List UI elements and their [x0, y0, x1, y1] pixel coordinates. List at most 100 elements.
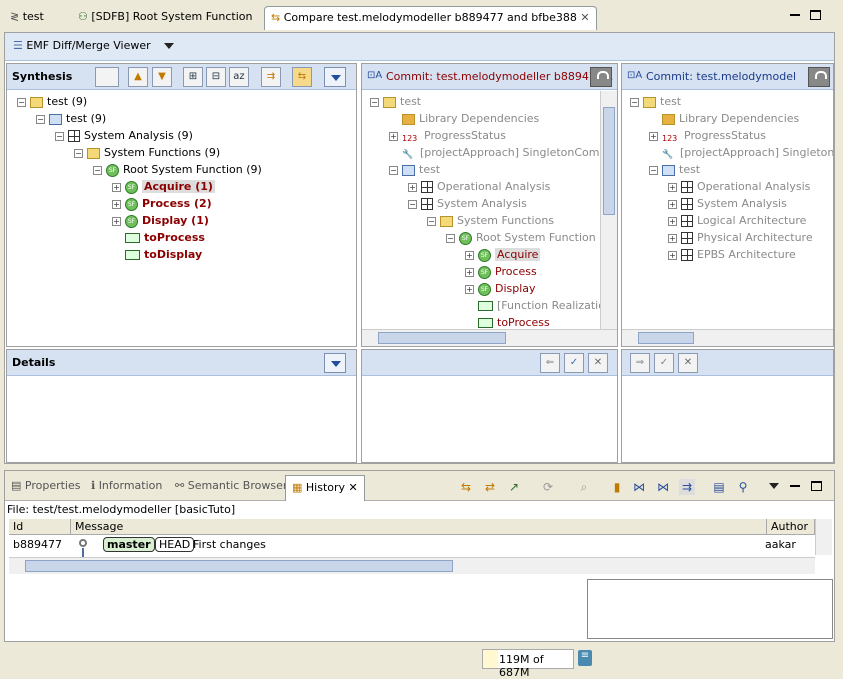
previous-difference-icon[interactable]: ▲	[128, 67, 148, 87]
expand-icon[interactable]: +	[408, 182, 417, 192]
trash-icon[interactable]: ≡	[578, 650, 592, 666]
merge-left-icon[interactable]: ⇐	[540, 353, 560, 373]
search-icon[interactable]: ⌕	[576, 479, 592, 495]
tree-item[interactable]: + SF Acquire (1)	[112, 178, 215, 195]
tree-item[interactable]: − System Analysis (9)	[55, 127, 193, 144]
tree-item[interactable]: toProcess	[112, 229, 205, 246]
tree-item[interactable]: 🔧 [projectApproach] SingletonCo	[649, 144, 833, 161]
tab-properties[interactable]: ▤ Properties	[11, 479, 80, 492]
tree-item[interactable]: + Operational Analysis	[668, 178, 810, 195]
tree-item[interactable]: + SF Process	[465, 263, 537, 280]
commit-details-text[interactable]	[587, 579, 833, 639]
expand-icon[interactable]: +	[668, 233, 677, 243]
expand-icon[interactable]: +	[112, 182, 121, 192]
minimize-button[interactable]	[790, 14, 800, 16]
collapse-icon[interactable]: −	[93, 165, 102, 175]
commit-table-row[interactable]: b889477 master HEAD First changes aakar	[9, 536, 815, 558]
close-tab-icon[interactable]: ✕	[349, 481, 358, 494]
tree-item[interactable]: + SF Display	[465, 280, 536, 297]
history-vertical-scrollbar[interactable]	[815, 519, 832, 555]
tree-item[interactable]: − test	[389, 161, 440, 178]
tree-item[interactable]: [Function Realization	[465, 297, 600, 314]
collapse-icon[interactable]: −	[17, 97, 26, 107]
accept-icon[interactable]: ✓	[564, 353, 584, 373]
expand-icon[interactable]: +	[112, 216, 121, 226]
tab-compare[interactable]: ⇆ Compare test.melodymodeller b889477 an…	[264, 6, 597, 30]
collapse-icon[interactable]: −	[446, 233, 455, 243]
tree-item[interactable]: − SF Root System Function (9)	[93, 161, 262, 178]
merge-right-icon[interactable]: ⇒	[630, 353, 650, 373]
tree-item[interactable]: +123 ProgressStatus	[389, 127, 506, 144]
tree-item[interactable]: toDisplay	[112, 246, 202, 263]
filter-file-icon[interactable]: ⇉	[679, 479, 695, 495]
copy-all-icon[interactable]: ⇉	[261, 67, 281, 87]
tree-item[interactable]: + Physical Architecture	[668, 229, 813, 246]
tree-item[interactable]: 🔧 [projectApproach] SingletonComponent	[389, 144, 600, 161]
tree-item[interactable]: − test	[370, 93, 421, 110]
column-header-id[interactable]: Id	[9, 519, 71, 535]
reject-icon[interactable]: ✕	[588, 353, 608, 373]
tree-item[interactable]: Library Dependencies	[389, 110, 539, 127]
collapse-icon[interactable]: −	[630, 97, 639, 107]
link-selection-icon[interactable]: ⇄	[482, 479, 498, 495]
synthesis-menu-button[interactable]	[324, 67, 346, 87]
tree-item[interactable]: + Operational Analysis	[408, 178, 550, 195]
sort-icon[interactable]: az	[229, 67, 249, 87]
expand-icon[interactable]: +	[389, 131, 398, 141]
tab-semantic-browser[interactable]: ⚯ Semantic Browser	[175, 479, 287, 492]
collapse-icon[interactable]: −	[408, 199, 417, 209]
tree-item[interactable]: − test	[630, 93, 681, 110]
show-all-icon[interactable]: ▤	[711, 479, 727, 495]
tab-sdfb-root-system-function[interactable]: ⚇ [SDFB] Root System Function	[72, 6, 259, 30]
tree-item[interactable]: toProcess	[465, 314, 550, 328]
expand-icon[interactable]: +	[649, 131, 658, 141]
tab-information[interactable]: ℹ Information	[91, 479, 162, 492]
expand-icon[interactable]: +	[112, 199, 121, 209]
expand-all-icon[interactable]: ⊞	[183, 67, 203, 87]
history-horizontal-scrollbar[interactable]	[9, 557, 815, 574]
column-header-author[interactable]: Author	[767, 519, 815, 535]
tree-item[interactable]: +123 ProgressStatus	[649, 127, 766, 144]
tree-item[interactable]: − System Functions (9)	[74, 144, 220, 161]
repository-icon[interactable]: ▮	[609, 479, 625, 495]
filter-folder-icon[interactable]: ⋈	[655, 479, 671, 495]
collapse-icon[interactable]: −	[649, 165, 658, 175]
viewer-menu-chevron-down-icon[interactable]	[164, 43, 175, 49]
tree-item[interactable]: + EPBS Architecture	[668, 246, 796, 263]
collapse-icon[interactable]: −	[74, 148, 83, 158]
close-tab-icon[interactable]: ✕	[580, 11, 589, 24]
expand-icon[interactable]: +	[465, 250, 474, 260]
tree-item[interactable]: + SF Acquire	[465, 246, 541, 263]
lock-icon[interactable]	[590, 67, 612, 87]
left-vertical-scrollbar[interactable]	[600, 91, 617, 329]
maximize-button[interactable]	[810, 10, 821, 20]
collapse-all-icon[interactable]: ⊟	[206, 67, 226, 87]
tab-history[interactable]: ▦ History ✕	[285, 475, 365, 501]
expand-icon[interactable]: +	[668, 216, 677, 226]
tree-item[interactable]: + SF Process (2)	[112, 195, 212, 212]
expand-icon[interactable]: +	[668, 182, 677, 192]
view-maximize-button[interactable]	[811, 481, 822, 491]
collapse-icon[interactable]: −	[55, 131, 64, 141]
right-horizontal-scrollbar[interactable]	[622, 329, 833, 346]
filter-button[interactable]	[95, 67, 119, 87]
left-horizontal-scrollbar[interactable]	[362, 329, 617, 346]
tree-item[interactable]: Library Dependencies	[649, 110, 799, 127]
tree-item[interactable]: − System Analysis	[408, 195, 527, 212]
next-difference-icon[interactable]: ▼	[152, 67, 172, 87]
view-menu-chevron-down-icon[interactable]	[769, 483, 779, 489]
refresh-icon[interactable]: ⟳	[540, 479, 556, 495]
tree-item[interactable]: + SF Display (1)	[112, 212, 209, 229]
compare-mode-icon[interactable]: ⇆	[458, 479, 474, 495]
synchronize-icon[interactable]: ⇆	[292, 67, 312, 87]
collapse-icon[interactable]: −	[36, 114, 45, 124]
accept-icon[interactable]: ✓	[654, 353, 674, 373]
tree-item[interactable]: − System Functions	[427, 212, 554, 229]
view-minimize-button[interactable]	[790, 485, 800, 487]
expand-icon[interactable]: +	[465, 284, 474, 294]
tree-item[interactable]: − test (9)	[17, 93, 87, 110]
collapse-icon[interactable]: −	[370, 97, 379, 107]
collapse-icon[interactable]: −	[427, 216, 436, 226]
collapse-icon[interactable]: −	[389, 165, 398, 175]
tab-test[interactable]: ≷ test	[4, 6, 50, 30]
